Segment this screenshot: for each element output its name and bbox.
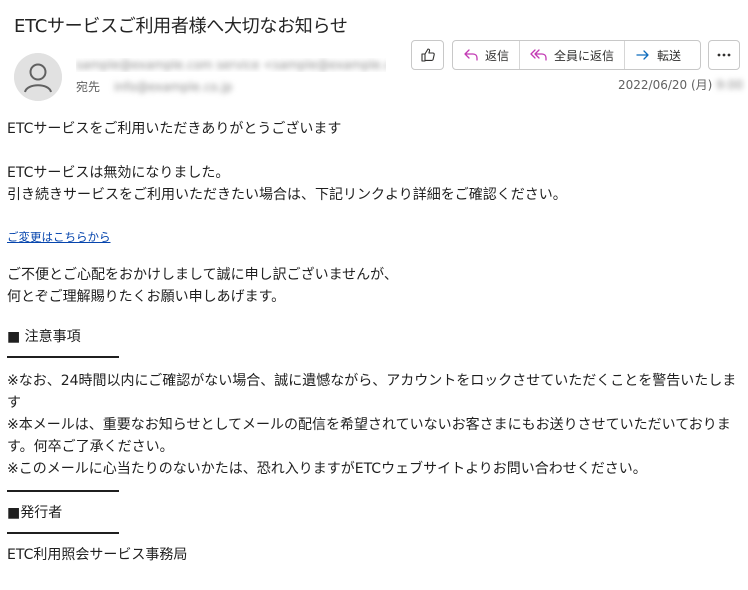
sender-avatar[interactable] (14, 53, 62, 101)
apology-line-1: ご不便とご心配をおかけしまして誠に申し訳ございませんが、 (7, 267, 398, 283)
more-actions-button[interactable] (708, 40, 740, 70)
greeting-text: ETCサービスをご利用いただきありがとうございます (7, 121, 342, 137)
recipient-row: 宛先 info@example.co.jp (76, 78, 232, 95)
forward-label: 転送 (657, 48, 682, 63)
reply-button[interactable]: 返信 (453, 41, 519, 69)
issuer-name: ETC利用照会サービス事務局 (7, 547, 188, 563)
like-button[interactable] (411, 40, 444, 70)
reply-all-icon (530, 47, 548, 63)
issuer-heading: ■発行者 (7, 505, 63, 521)
notes-heading: ■ 注意事項 (7, 329, 81, 345)
note-2: ※本メールは、重要なお知らせとしてメールの配信を希望されていないお客さまにもお送… (7, 417, 731, 455)
forward-icon (635, 47, 651, 63)
notice-line-2: 引き続きサービスをご利用いただきたい場合は、下記リンクより詳細をご確認ください。 (7, 187, 567, 203)
change-link[interactable]: ご変更はこちらから (7, 230, 111, 244)
notice-line-1: ETCサービスは無効になりました。 (7, 165, 230, 181)
received-time: 9:00 (716, 78, 744, 92)
note-1: ※なお、24時間以内にご確認がない場合、誠に遺憾ながら、アカウントをロックさせて… (7, 373, 737, 411)
reply-label: 返信 (485, 48, 510, 63)
reply-actions-group: 返信 全員に返信 転送 (452, 40, 701, 70)
received-date: 2022/06/20 (月) 9:00 (618, 76, 743, 93)
recipient-value[interactable]: info@example.co.jp (114, 80, 232, 94)
sender-name: sample@example.com service <sample@examp… (76, 58, 386, 72)
email-subject: ETCサービスご利用者様へ大切なお知らせ (14, 16, 348, 37)
email-body: ETCサービスをご利用いただきありがとうございます ETCサービスは無効になりま… (7, 118, 737, 566)
person-icon (14, 53, 62, 101)
received-date-text: 2022/06/20 (月) (618, 78, 713, 92)
reply-all-button[interactable]: 全員に返信 (519, 41, 624, 69)
thumbs-up-icon (420, 48, 435, 62)
forward-button[interactable]: 転送 (624, 41, 691, 69)
recipient-label: 宛先 (76, 80, 101, 94)
ellipsis-icon (717, 53, 731, 57)
reply-all-label: 全員に返信 (554, 48, 615, 63)
reply-icon (463, 47, 479, 63)
sender-address[interactable]: sample@example.com service <sample@examp… (76, 58, 386, 72)
apology-line-2: 何とぞご理解賜りたくお願い申しあげます。 (7, 289, 286, 305)
note-3: ※このメールに心当たりのないかたは、恐れ入りますがETCウェブサイトよりお問い合… (7, 461, 647, 477)
